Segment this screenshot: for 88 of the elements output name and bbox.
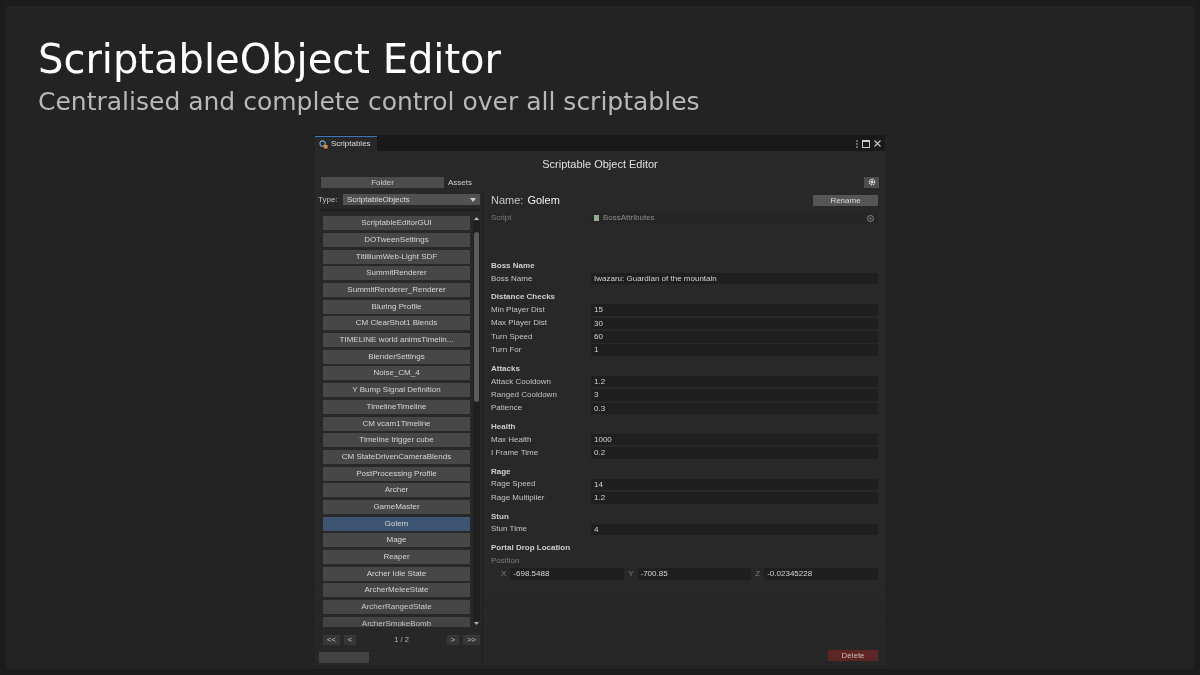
list-item[interactable]: Bluring Profile	[323, 299, 470, 314]
scrollbar[interactable]	[473, 221, 480, 622]
list-item[interactable]: CM StateDrivenCameraBlends	[323, 449, 470, 464]
rename-button[interactable]: Rename	[813, 195, 878, 206]
list-item[interactable]: SummitRenderer	[323, 266, 470, 281]
field-label: Script	[491, 212, 513, 225]
list-item[interactable]: CM vcam1Timeline	[323, 416, 470, 431]
name-label: Name:	[491, 193, 524, 209]
list-item[interactable]: BlenderSettings	[323, 349, 470, 364]
value-field[interactable]: -0.02345228	[764, 568, 878, 580]
close-icon[interactable]	[874, 140, 881, 147]
section-header: Distance Checks	[491, 291, 557, 304]
list-item[interactable]: Reaper	[323, 550, 470, 564]
mode-tab[interactable]: Folder	[321, 176, 444, 188]
value-field[interactable]: 15	[591, 304, 878, 316]
list-item[interactable]: Golem	[323, 516, 470, 531]
value-field[interactable]: 30	[591, 317, 878, 330]
field-label: Rage Multiplier	[491, 491, 546, 504]
value-field[interactable]: -700.85	[637, 568, 752, 580]
section-header: Attacks	[491, 362, 521, 375]
list-item[interactable]: TimelineTimeline	[323, 399, 470, 414]
type-dropdown[interactable]: ScriptableObjects	[343, 194, 480, 205]
editor-title: Scriptable Object Editor	[541, 157, 659, 172]
list-item[interactable]: GameMaster	[323, 499, 470, 514]
list-item[interactable]: Archer Idle State	[323, 566, 470, 581]
field-label: Patience	[491, 402, 524, 415]
list-item[interactable]: ScriptableEditorGUI	[323, 216, 470, 231]
list-item[interactable]: Archer	[323, 483, 470, 498]
scrollbar-thumb[interactable]	[474, 232, 479, 403]
list-item[interactable]: TIMELINE world animsTimelin...	[323, 333, 470, 348]
window-tab[interactable]: Scriptables	[315, 136, 377, 151]
list-item[interactable]: ArcherSmokeBomb	[323, 616, 470, 628]
script-file-icon	[594, 215, 599, 222]
field-label: Attack Cooldown	[491, 375, 553, 388]
list-item[interactable]: Mage	[323, 533, 470, 548]
object-picker-icon[interactable]	[867, 214, 874, 222]
field-label: Turn For	[491, 344, 523, 357]
section-header: Stun	[491, 510, 510, 523]
value-field[interactable]: 1.2	[591, 492, 878, 504]
section-header: Health	[491, 421, 517, 433]
list-item[interactable]: TitilliumWeb-Light SDF	[323, 249, 470, 264]
list-item[interactable]: Noise_CM_4	[323, 366, 470, 381]
field-label: Ranged Cooldown	[491, 388, 558, 401]
dropdown-caret-icon	[470, 197, 476, 202]
value-field[interactable]: Iwazaru: Guardian of the mountain	[591, 272, 878, 285]
value-field[interactable]: 1	[591, 344, 878, 356]
list-item[interactable]: CM ClearShot1 Blends	[323, 316, 470, 331]
maximize-icon[interactable]	[862, 139, 870, 148]
type-label: Type:	[317, 193, 339, 206]
value-field[interactable]: 14	[591, 478, 878, 491]
mode-tab[interactable]: Assets	[444, 176, 484, 188]
slide-subtitle: Centralised and complete control over all scriptables	[38, 89, 701, 114]
value-field[interactable]: 1.2	[591, 375, 878, 388]
list-item[interactable]: Y Bump Signal Definition	[323, 383, 470, 398]
section-header: Portal Drop Location	[491, 541, 572, 554]
scriptable-icon	[319, 139, 328, 149]
list-item[interactable]: Timeline trigger cube	[323, 433, 470, 448]
list-item[interactable]: DOTweenSettings	[323, 232, 470, 247]
value-field[interactable]: 1000	[591, 433, 878, 446]
value-field[interactable]: -698.5488	[510, 568, 625, 580]
field-label: Rage Speed	[491, 478, 537, 491]
settings-icon	[867, 178, 876, 186]
value-field[interactable]: 3	[591, 389, 878, 401]
field-label: I Frame Time	[491, 447, 540, 460]
section-header: Rage	[491, 465, 512, 478]
list-item[interactable]: ArcherRangedState	[323, 600, 470, 615]
list-item[interactable]: PostProcessing Profile	[323, 466, 470, 481]
section-header: Boss Name	[491, 259, 536, 272]
value-field[interactable]: 4	[591, 523, 878, 535]
field-label: Max Health	[491, 433, 533, 446]
list-item[interactable]: ArcherMeleeState	[323, 583, 470, 598]
script-name: BossAttributes	[603, 212, 655, 224]
delete-button[interactable]: Delete	[828, 649, 878, 661]
value-field[interactable]: 0.2	[591, 447, 878, 459]
axis-label: X	[501, 568, 507, 581]
value-field[interactable]: 0.3	[591, 402, 878, 415]
field-label: Max Player Dist	[491, 317, 548, 330]
value-field[interactable]: 60	[591, 331, 878, 343]
settings-button[interactable]	[864, 176, 879, 188]
field-label: Turn Speed	[491, 330, 534, 343]
list-item[interactable]: SummitRenderer_Renderer	[323, 283, 470, 297]
axis-label: Y	[628, 568, 634, 581]
field-label: Stun Time	[491, 523, 528, 536]
field-label: Position	[491, 554, 521, 567]
field-label: Min Player Dist	[491, 303, 546, 316]
axis-label: Z	[755, 568, 761, 581]
field-label: Boss Name	[491, 272, 534, 285]
object-name: Golem	[527, 193, 560, 209]
